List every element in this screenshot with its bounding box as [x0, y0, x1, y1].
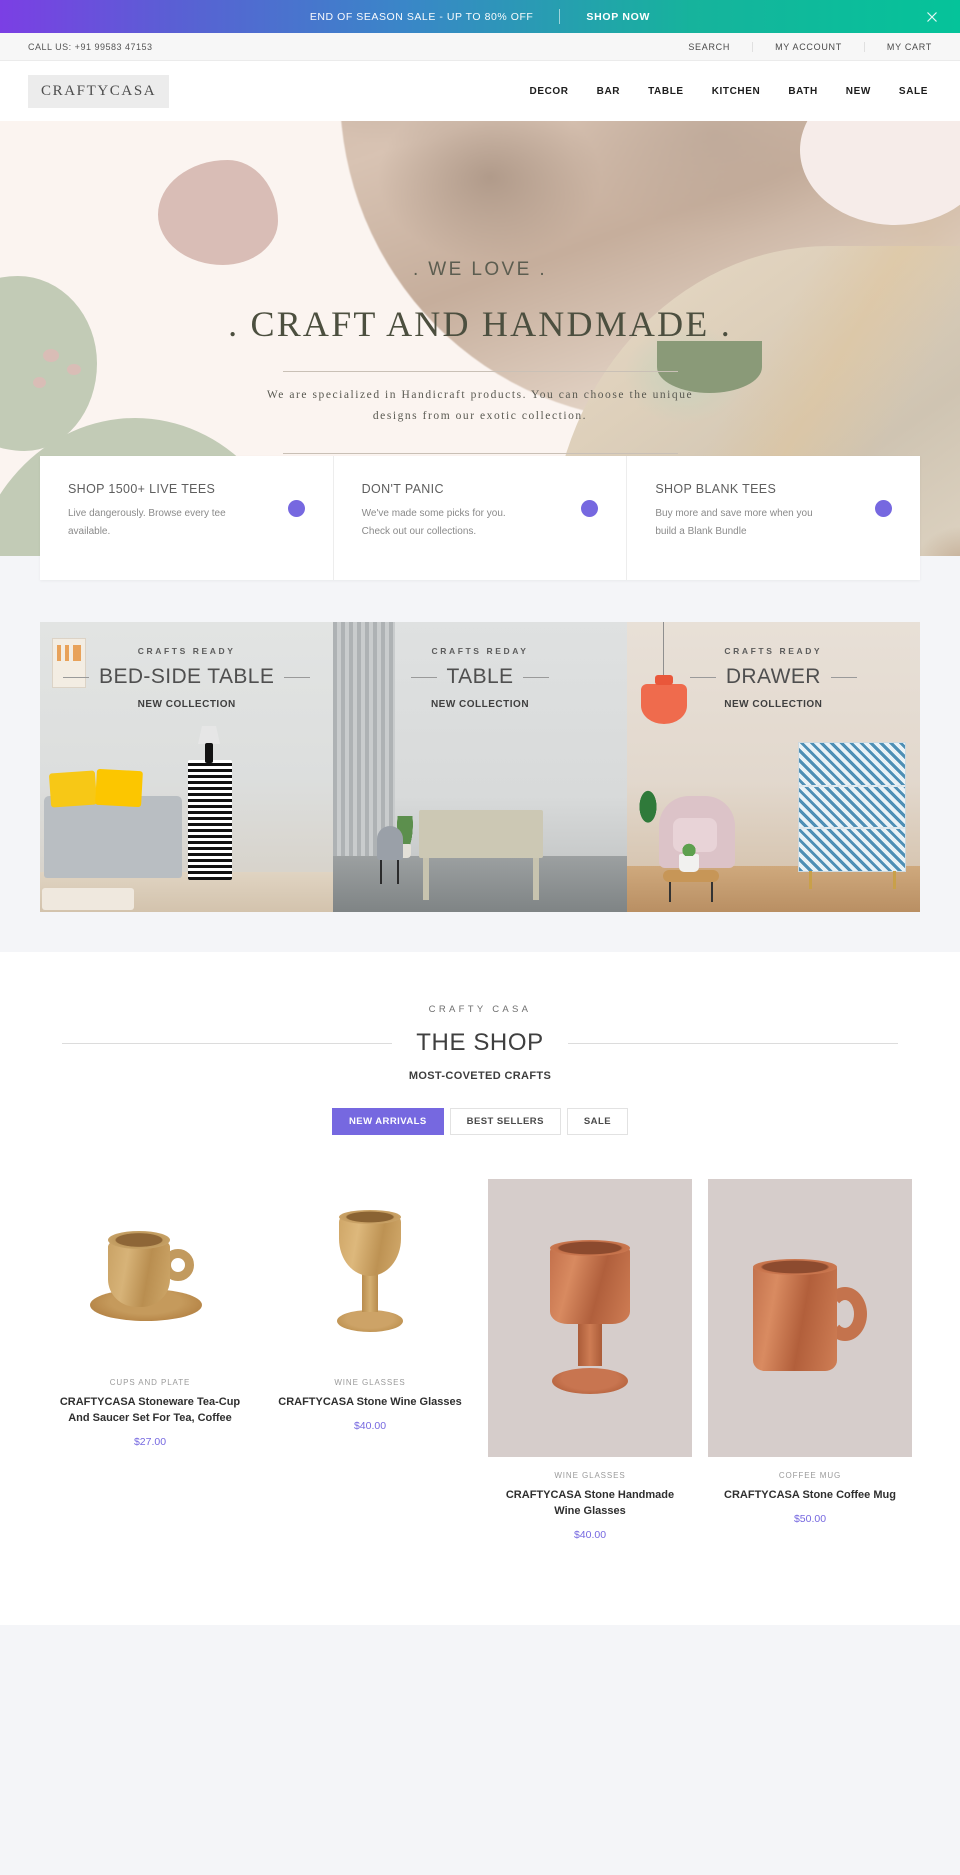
shop-section: CRAFTY CASA THE SHOP MOST-COVETED CRAFTS…	[0, 952, 960, 1625]
tile-subtitle: NEW COLLECTION	[724, 699, 823, 710]
utility-bar: CALL US: +91 99583 47153 SEARCH MY ACCOU…	[0, 33, 960, 61]
hero-eyebrow: . WE LOVE .	[412, 259, 548, 280]
collection-tile-bed-side-table[interactable]: CRAFTS READY BED-SIDE TABLE NEW COLLECTI…	[40, 622, 334, 912]
nav-item-new[interactable]: NEW	[832, 86, 885, 97]
product-price: $27.00	[133, 1435, 167, 1448]
site-header: CRAFTYCASA DECOR BAR TABLE KITCHEN BATH …	[0, 61, 960, 121]
nav-item-table[interactable]: TABLE	[634, 86, 698, 97]
product-category: CUPS AND PLATE	[109, 1378, 191, 1387]
tile-subtitle: NEW COLLECTION	[137, 699, 236, 710]
product-name[interactable]: CRAFTYCASA Stone Wine Glasses	[274, 1395, 466, 1411]
collection-tile-table[interactable]: CRAFTS REDAY TABLE NEW COLLECTION	[333, 622, 627, 912]
promo-text: END OF SEASON SALE - UP TO 80% OFF	[309, 10, 534, 23]
feature-title: SHOP 1500+ LIVE TEES	[68, 482, 216, 496]
collection-tile-drawer[interactable]: CRAFTS READY DRAWER NEW COLLECTION	[626, 622, 920, 912]
shop-now-button[interactable]: SHOP NOW	[586, 11, 650, 23]
product-card[interactable]: CUPS AND PLATE CRAFTYCASA Stoneware Tea-…	[40, 1179, 260, 1448]
hero-description: We are specialized in Handicraft product…	[266, 389, 694, 422]
product-name[interactable]: CRAFTYCASA Stoneware Tea-Cup And Saucer …	[54, 1395, 246, 1427]
product-card[interactable]: WINE GLASSES CRAFTYCASA Stone Handmade W…	[480, 1179, 700, 1541]
main-navigation: DECOR BAR TABLE KITCHEN BATH NEW SALE	[516, 86, 933, 97]
feature-card-dont-panic[interactable]: DON'T PANIC We've made some picks for yo…	[332, 456, 627, 580]
product-grid: CUPS AND PLATE CRAFTYCASA Stoneware Tea-…	[40, 1179, 920, 1541]
my-account-link[interactable]: MY ACCOUNT	[752, 41, 864, 52]
shop-title-rule-right	[567, 1042, 898, 1044]
call-us-text: CALL US: +91 99583 47153	[28, 41, 153, 52]
shop-title: THE SHOP	[416, 1029, 544, 1056]
promo-divider	[559, 9, 561, 24]
feature-action-dot[interactable]	[875, 500, 893, 517]
feature-title: SHOP BLANK TEES	[655, 482, 777, 496]
utility-links: SEARCH MY ACCOUNT MY CART	[666, 41, 932, 52]
shop-eyebrow: CRAFTY CASA	[428, 1004, 532, 1015]
tab-sale[interactable]: SALE	[566, 1108, 629, 1135]
collections-section: CRAFTS READY BED-SIDE TABLE NEW COLLECTI…	[0, 580, 960, 952]
feature-action-dot[interactable]	[581, 500, 599, 517]
product-image[interactable]	[488, 1179, 692, 1457]
feature-title: DON'T PANIC	[361, 482, 444, 496]
nav-item-sale[interactable]: SALE	[885, 86, 932, 97]
shop-title-row: THE SHOP	[0, 1029, 960, 1057]
product-image[interactable]	[48, 1179, 252, 1364]
product-name[interactable]: CRAFTYCASA Stone Coffee Mug	[714, 1488, 906, 1504]
product-price: $40.00	[573, 1528, 607, 1541]
feature-description: Buy more and save more when you build a …	[655, 508, 813, 537]
tile-title: BED-SIDE TABLE	[63, 665, 311, 689]
hero-divider-top	[282, 371, 678, 372]
wooden-teacup-saucer-illustration	[90, 1217, 210, 1327]
hero-divider-bottom	[282, 452, 678, 454]
hero-content: . WE LOVE . . CRAFT AND HANDMADE . We ar…	[0, 121, 960, 495]
product-card[interactable]: COFFEE MUG CRAFTYCASA Stone Coffee Mug $…	[700, 1179, 920, 1525]
product-name[interactable]: CRAFTYCASA Stone Handmade Wine Glasses	[494, 1488, 686, 1520]
nav-item-kitchen[interactable]: KITCHEN	[698, 86, 775, 97]
product-price: $40.00	[353, 1419, 387, 1432]
feature-description: Live dangerously. Browse every tee avail…	[68, 508, 226, 537]
nav-item-bath[interactable]: BATH	[774, 86, 831, 97]
product-category: WINE GLASSES	[554, 1471, 626, 1480]
product-price: $50.00	[793, 1512, 827, 1525]
product-category: COFFEE MUG	[778, 1471, 842, 1480]
feature-action-dot[interactable]	[287, 500, 305, 517]
feature-description: We've made some picks for you. Check out…	[361, 508, 506, 537]
promo-banner: END OF SEASON SALE - UP TO 80% OFF SHOP …	[0, 0, 960, 33]
tab-best-sellers[interactable]: BEST SELLERS	[449, 1108, 561, 1135]
tile-eyebrow: CRAFTS READY	[724, 646, 823, 656]
tab-new-arrivals[interactable]: NEW ARRIVALS	[331, 1108, 444, 1135]
product-image[interactable]	[708, 1179, 912, 1457]
nav-item-decor[interactable]: DECOR	[516, 86, 583, 97]
stone-wine-glass-illustration	[542, 1238, 638, 1398]
product-image[interactable]	[268, 1179, 472, 1364]
wooden-wine-glass-illustration	[333, 1208, 407, 1336]
tile-title: DRAWER	[689, 665, 857, 689]
product-filter-tabs: NEW ARRIVALS BEST SELLERS SALE	[0, 1108, 960, 1135]
feature-cards: SHOP 1500+ LIVE TEES Live dangerously. B…	[40, 456, 920, 580]
my-cart-link[interactable]: MY CART	[863, 41, 932, 52]
nav-item-bar[interactable]: BAR	[583, 86, 634, 97]
tile-title: TABLE	[410, 665, 550, 689]
tile-subtitle: NEW COLLECTION	[430, 699, 530, 710]
feature-card-live-tees[interactable]: SHOP 1500+ LIVE TEES Live dangerously. B…	[40, 456, 333, 580]
search-link[interactable]: SEARCH	[666, 42, 752, 52]
feature-card-blank-tees[interactable]: SHOP BLANK TEES Buy more and save more w…	[626, 456, 920, 580]
shop-subtitle: MOST-COVETED CRAFTS	[408, 1070, 552, 1082]
hero-title: . CRAFT AND HANDMADE .	[228, 304, 732, 344]
collection-tiles: CRAFTS READY BED-SIDE TABLE NEW COLLECTI…	[40, 622, 920, 912]
shop-title-rule-left	[62, 1042, 393, 1044]
product-card[interactable]: WINE GLASSES CRAFTYCASA Stone Wine Glass…	[260, 1179, 480, 1432]
site-logo[interactable]: CRAFTYCASA	[28, 74, 170, 108]
tile-eyebrow: CRAFTS REDAY	[431, 646, 529, 656]
tile-eyebrow: CRAFTS READY	[137, 646, 236, 656]
product-category: WINE GLASSES	[334, 1378, 406, 1387]
stone-coffee-mug-illustration	[749, 1259, 871, 1377]
close-icon[interactable]	[924, 9, 940, 25]
